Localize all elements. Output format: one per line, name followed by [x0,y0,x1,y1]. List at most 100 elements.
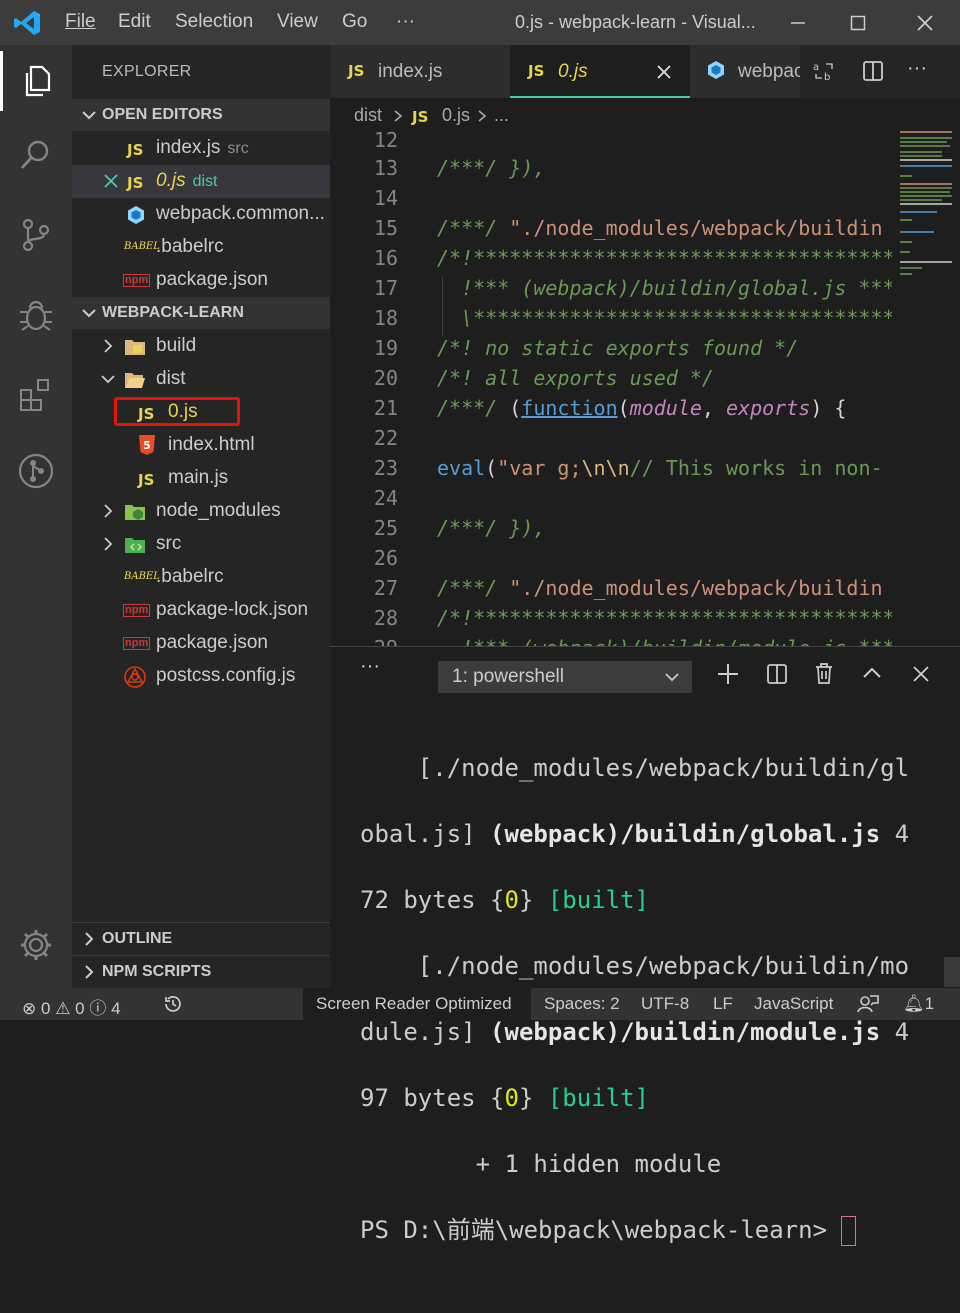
activity-extensions[interactable] [0,365,72,425]
npm-icon: npm [123,604,151,617]
breadcrumb-symbols[interactable]: ... [494,105,509,126]
split-terminal-icon[interactable] [766,663,788,685]
code-line: /*! no static exports found */ [437,336,799,360]
file-name: index.html [168,434,255,455]
open-editor-item[interactable]: webpack.common... [72,198,330,231]
js-icon: JS [348,62,365,80]
open-editor-item[interactable]: JS index.js src [72,132,330,165]
open-editors-header[interactable]: OPEN EDITORS [72,99,330,131]
error-count: 0 [40,999,51,1018]
menu-edit[interactable]: Edit [118,11,151,33]
close-panel-icon[interactable] [912,665,930,683]
tree-file-package-json[interactable]: npm package.json [72,627,330,660]
menu-file[interactable]: File [65,11,96,33]
menu-view[interactable]: View [277,11,318,33]
menu-go[interactable]: Go [342,11,367,33]
tree-file-0js[interactable]: JS 0.js [72,396,330,429]
chevron-up-icon[interactable] [862,665,882,681]
activity-explorer[interactable] [0,51,72,111]
problems-indicator[interactable]: ⊗ 0 ⚠ 0 ⓘ 4 [22,994,121,1019]
indent-guide [442,276,443,336]
tree-folder-build[interactable]: build [72,330,330,363]
terminal-panel: ··· 1: powershell [./node_modules/webpac… [330,646,960,1246]
code-line: \************************************ [437,306,892,330]
chevron-down-icon [101,375,115,384]
close-tab-icon[interactable] [656,64,672,80]
trash-icon[interactable] [814,662,834,684]
breadcrumb-file[interactable]: 0.js [442,105,470,126]
tab-index-js[interactable]: JS index.js [330,45,510,98]
more-actions-icon[interactable]: ··· [907,57,927,80]
npm-scripts-header[interactable]: NPM SCRIPTS [72,955,330,988]
line-number: 17 [373,276,398,300]
chevron-right-icon [104,504,113,518]
code-editor[interactable]: 12 13 /***/ }), 14 15 /***/ "./node_modu… [330,128,892,646]
status-bar: ⊗ 0 ⚠ 0 ⓘ 4 Screen Reader Optimized Spac… [0,988,960,1020]
maximize-button[interactable] [828,0,888,45]
activity-search[interactable] [0,125,72,185]
explorer-title: EXPLORER [102,63,192,80]
encoding-status[interactable]: UTF-8 [641,994,689,1014]
terminal-scrollbar[interactable] [944,957,960,987]
npm-scripts-label: NPM SCRIPTS [102,963,212,980]
tree-file-babelrc[interactable]: BABEL .babelrc [72,561,330,594]
feedback-icon[interactable] [857,994,879,1014]
line-number: 27 [373,576,398,600]
activity-bar [0,45,72,988]
folder-name: dist [156,368,186,389]
notifications-status[interactable]: 🔔︎1 [903,994,934,1014]
close-editor-icon[interactable] [104,174,118,188]
tree-file-index-html[interactable]: 5 index.html [72,429,330,462]
open-editor-item[interactable]: BABEL .babelrc [72,231,330,264]
file-name: main.js [168,467,229,488]
line-number: 15 [373,216,398,240]
tab-label: index.js [378,61,443,82]
terminal-cursor [841,1216,857,1246]
chevron-right-icon [478,110,487,122]
info-count: 4 [111,999,121,1018]
activity-gitlens[interactable] [0,441,72,501]
activity-source-control[interactable] [0,205,72,265]
compare-changes-icon[interactable]: a b [812,60,836,82]
breadcrumb-folder[interactable]: dist [354,105,382,126]
open-editor-item-active[interactable]: JS 0.js dist [72,165,330,198]
language-mode-status[interactable]: JavaScript [754,994,833,1014]
workspace-header[interactable]: WEBPACK-LEARN [72,297,330,329]
minimize-button[interactable] [768,0,828,45]
menu-selection[interactable]: Selection [175,11,253,33]
tree-folder-node-modules[interactable]: node_modules [72,495,330,528]
indentation-status[interactable]: Spaces: 2 [544,994,620,1014]
code-line: /*! all exports used */ [437,366,714,390]
terminal-line: [./node_modules/webpack/buildin/gl [360,754,910,782]
tree-file-postcss[interactable]: postcss.config.js [72,660,330,693]
outline-label: OUTLINE [102,930,173,947]
split-editor-icon[interactable] [862,60,884,82]
tree-folder-dist[interactable]: dist [72,363,330,396]
js-icon: JS [127,174,144,192]
history-icon[interactable] [163,994,183,1014]
code-line: /***/ }), [437,156,546,180]
chevron-right-icon [394,110,403,122]
menu-more[interactable]: ··· [396,11,415,33]
screen-reader-status[interactable]: Screen Reader Optimized [303,988,531,1020]
open-editor-item[interactable]: npm package.json [72,264,330,297]
file-name: 0.js [156,170,186,191]
file-name: webpack.common... [156,203,325,224]
outline-header[interactable]: OUTLINE [72,922,330,955]
terminal-select-value: 1: powershell [452,666,564,687]
js-icon: JS [412,108,429,126]
eol-status[interactable]: LF [713,994,733,1014]
window-title: 0.js - webpack-learn - Visual... [515,12,756,32]
tab-0-js[interactable]: JS 0.js [510,45,690,98]
new-terminal-icon[interactable] [717,663,739,685]
activity-debug[interactable] [0,285,72,345]
panel-more-icon[interactable]: ··· [360,655,380,678]
tree-folder-src[interactable]: src [72,528,330,561]
tab-webpack[interactable]: webpac [690,45,800,98]
close-window-button[interactable] [895,0,955,45]
terminal-select[interactable]: 1: powershell [438,661,692,693]
minimap[interactable] [892,128,960,646]
tree-file-main-js[interactable]: JS main.js [72,462,330,495]
activity-manage[interactable] [0,915,72,975]
tree-file-package-lock[interactable]: npm package-lock.json [72,594,330,627]
